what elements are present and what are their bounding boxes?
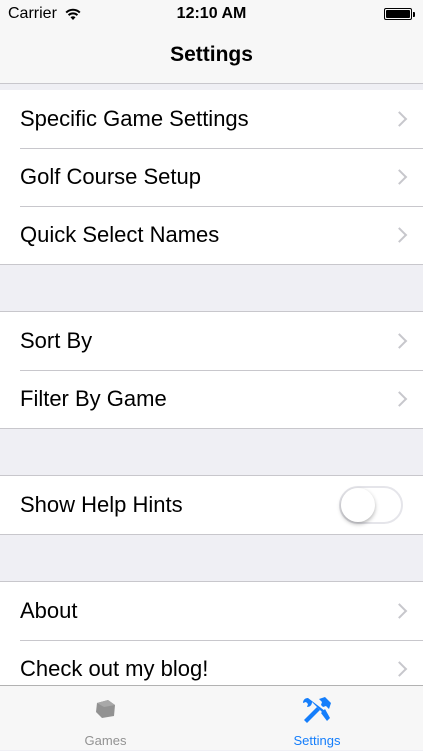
row-golf-course-setup[interactable]: Golf Course Setup [0, 148, 423, 206]
chevron-right-icon [391, 333, 408, 349]
settings-group-hints: Show Help Hints [0, 475, 423, 535]
tab-label: Settings [293, 733, 341, 748]
row-specific-game-settings[interactable]: Specific Game Settings [0, 90, 423, 148]
settings-group-info: About Check out my blog! [0, 581, 423, 699]
clock: 12:10 AM [176, 5, 247, 22]
row-label: Quick Select Names [20, 222, 220, 247]
settings-list: Specific Game Settings Golf Course Setup… [0, 90, 423, 745]
chevron-right-icon [391, 661, 408, 677]
tab-label: Games [84, 733, 127, 748]
row-show-help-hints: Show Help Hints [0, 476, 423, 534]
chevron-right-icon [391, 169, 408, 185]
row-label: Show Help Hints [20, 492, 183, 517]
tools-icon [303, 697, 331, 723]
page-title: Settings [170, 43, 253, 66]
toggle-knob [341, 488, 375, 522]
help-hints-toggle[interactable] [339, 486, 403, 524]
row-label: Golf Course Setup [20, 164, 201, 189]
navigation-bar: Settings [0, 30, 423, 84]
row-sort-by[interactable]: Sort By [0, 312, 423, 370]
row-label: Specific Game Settings [20, 106, 249, 131]
row-label: Filter By Game [20, 386, 167, 411]
battery-tip [413, 12, 415, 17]
chevron-right-icon [391, 111, 408, 127]
battery-icon [384, 8, 412, 20]
row-filter-by-game[interactable]: Filter By Game [0, 370, 423, 428]
chevron-right-icon [391, 603, 408, 619]
chevron-right-icon [391, 227, 408, 243]
games-icon [95, 700, 115, 718]
tab-settings[interactable]: Settings [211, 686, 423, 751]
row-label: About [20, 598, 78, 623]
row-label: Check out my blog! [20, 656, 209, 681]
row-quick-select-names[interactable]: Quick Select Names [0, 206, 423, 264]
settings-group-game: Specific Game Settings Golf Course Setup… [0, 90, 423, 265]
row-about[interactable]: About [0, 582, 423, 640]
tab-bar: Games Settings [0, 685, 423, 750]
chevron-right-icon [391, 391, 408, 407]
status-bar: Carrier 12:10 AM [0, 0, 423, 30]
settings-group-sorting: Sort By Filter By Game [0, 311, 423, 429]
row-label: Sort By [20, 328, 93, 353]
tab-games[interactable]: Games [0, 686, 211, 751]
